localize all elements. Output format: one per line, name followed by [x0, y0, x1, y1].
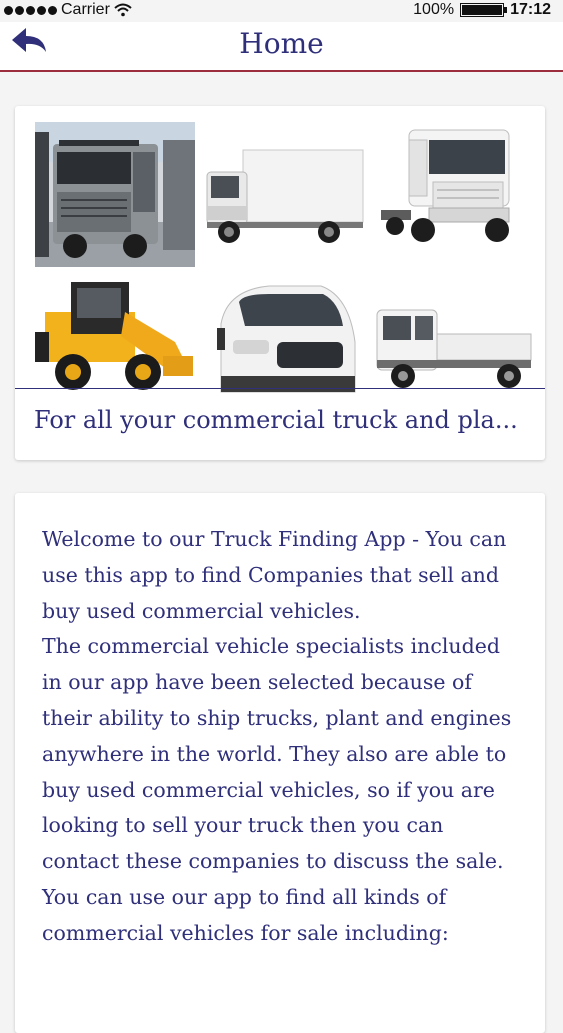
welcome-paragraph: Welcome to our Truck Finding App - You c… [42, 527, 507, 623]
signal-strength-icon [4, 5, 57, 15]
vehicle-image-grid [35, 122, 535, 394]
banner-caption[interactable]: For all your commercial truck and pla... [34, 406, 518, 434]
yellow-telehandler-image [35, 272, 195, 394]
status-bar: Carrier 100% 17:12 [0, 0, 563, 22]
battery-icon [460, 3, 508, 17]
welcome-paragraph: The commercial vehicle specialists inclu… [42, 634, 512, 874]
grey-tipper-truck-image [35, 122, 195, 267]
white-box-truck-image [199, 122, 369, 267]
battery-percent: 100% [413, 1, 455, 18]
status-time: 17:12 [510, 1, 551, 18]
welcome-text: Welcome to our Truck Finding App - You c… [42, 522, 522, 952]
banner-divider [15, 388, 545, 389]
wifi-icon [114, 3, 132, 17]
white-tractor-unit-image [373, 122, 535, 267]
welcome-paragraph: You can use our app to find all kinds of… [42, 884, 449, 945]
white-van-image [199, 272, 369, 394]
white-flatbed-truck-image [373, 272, 535, 394]
carrier-label: Carrier [61, 1, 110, 18]
page-title: Home [239, 27, 324, 60]
navigation-bar: Home [0, 22, 563, 72]
